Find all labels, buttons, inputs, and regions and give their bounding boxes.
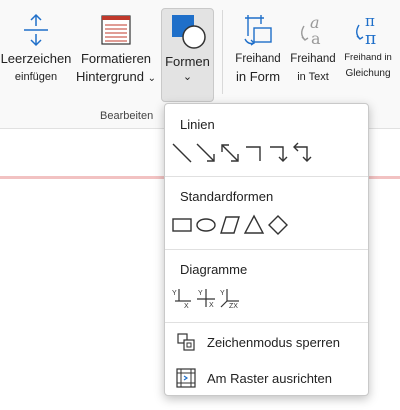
ink-to-shape-icon xyxy=(238,10,278,50)
ink-to-math-icon: π π xyxy=(348,10,388,50)
shapes-icon xyxy=(168,11,208,51)
ink-to-shape-button[interactable]: Freihand in Form xyxy=(230,4,286,100)
ink-to-shape-label-2: in Form xyxy=(235,69,281,84)
axis-y-label: Y xyxy=(198,290,203,297)
axis-x-label: X xyxy=(209,302,214,309)
format-background-button[interactable]: Formatieren Hintergrund ⌄ xyxy=(72,4,160,100)
arrow-icon[interactable] xyxy=(194,142,218,164)
axis-y-label: Y xyxy=(172,290,177,297)
svg-text:a: a xyxy=(311,29,321,48)
menu-separator xyxy=(165,176,368,177)
ink-to-math-label-2: Gleichung xyxy=(345,68,391,79)
menu-separator xyxy=(165,249,368,250)
parallelogram-icon[interactable] xyxy=(218,214,242,236)
lines-row xyxy=(170,142,314,164)
insert-space-label-1: Leerzeichen xyxy=(0,51,72,66)
format-background-label-2: Hintergrund ⌄ xyxy=(76,68,156,88)
basic-shapes-section-title: Standardformen xyxy=(180,189,274,204)
svg-text:π: π xyxy=(365,12,375,30)
menu-separator xyxy=(165,322,368,323)
ink-to-text-icon: a a xyxy=(293,10,333,50)
insert-space-icon xyxy=(16,10,56,50)
shapes-label: Formen xyxy=(165,54,210,69)
svg-text:π: π xyxy=(365,29,376,48)
format-background-icon xyxy=(96,10,136,50)
axis-xyz-icon[interactable]: Y ZX xyxy=(218,287,242,309)
ellipse-icon[interactable] xyxy=(194,214,218,236)
graphs-row: Y X Y X Y ZX xyxy=(170,287,242,309)
lock-drawing-mode-item[interactable]: Zeichenmodus sperren xyxy=(175,329,340,355)
axis-xy-icon[interactable]: Y X xyxy=(170,287,194,309)
triangle-icon[interactable] xyxy=(242,214,266,236)
ribbon-group-separator xyxy=(222,10,223,94)
elbow-arrow-icon[interactable] xyxy=(266,142,290,164)
chevron-down-icon: ⌄ xyxy=(182,71,193,83)
double-arrow-icon[interactable] xyxy=(218,142,242,164)
elbow-double-arrow-icon[interactable] xyxy=(290,142,314,164)
axis-y-label: Y xyxy=(220,290,225,297)
ink-to-math-button[interactable]: π π Freihand in Gleichung xyxy=(340,4,396,100)
graphs-section-title: Diagramme xyxy=(180,262,248,277)
lines-section-title: Linien xyxy=(180,117,215,132)
snap-to-grid-icon xyxy=(175,367,197,389)
lock-drawing-mode-icon xyxy=(175,331,197,353)
ink-to-math-label-1: Freihand in xyxy=(344,52,392,63)
shapes-dropdown-menu: Linien Standardformen Diagramme Y X Y X … xyxy=(164,103,369,396)
axis-xy-cross-icon[interactable]: Y X xyxy=(194,287,218,309)
snap-to-grid-label: Am Raster ausrichten xyxy=(207,370,332,386)
insert-space-button[interactable]: Leerzeichen einfügen xyxy=(0,4,72,100)
line-icon[interactable] xyxy=(170,142,194,164)
chevron-down-icon: ⌄ xyxy=(147,73,156,84)
shapes-button[interactable]: Formen ⌄ xyxy=(161,8,214,102)
snap-to-grid-item[interactable]: Am Raster ausrichten xyxy=(175,365,332,391)
lock-drawing-mode-label: Zeichenmodus sperren xyxy=(207,334,340,350)
basic-shapes-row xyxy=(170,214,290,236)
insert-space-label-2: einfügen xyxy=(14,71,58,83)
ink-to-text-label-1: Freihand xyxy=(290,53,336,65)
format-background-label-1: Formatieren xyxy=(80,51,152,66)
ink-to-shape-label-1: Freihand xyxy=(235,53,281,65)
format-background-label-text: Hintergrund xyxy=(76,69,144,84)
ink-to-text-label-2: in Text xyxy=(297,71,329,83)
axis-x-label: X xyxy=(184,303,189,309)
ink-to-text-button[interactable]: a a Freihand in Text xyxy=(286,4,340,100)
axis-zx-label: ZX xyxy=(229,303,238,309)
group-label-edit: Bearbeiten xyxy=(100,110,154,122)
elbow-connector-icon[interactable] xyxy=(242,142,266,164)
diamond-icon[interactable] xyxy=(266,214,290,236)
rectangle-icon[interactable] xyxy=(170,214,194,236)
